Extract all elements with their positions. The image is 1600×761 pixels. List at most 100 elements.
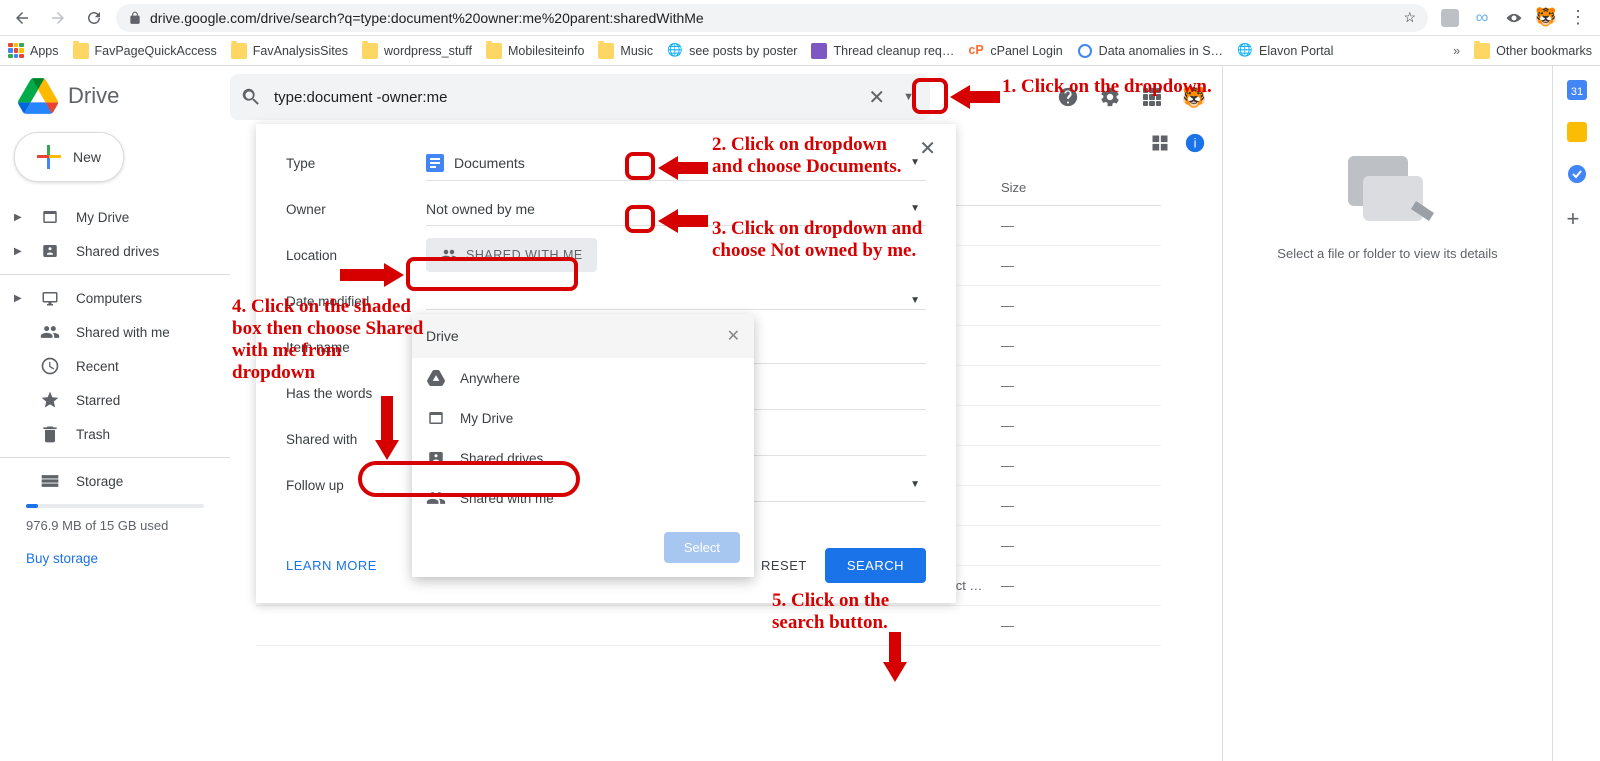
owner-label: Owner: [286, 202, 406, 217]
location-option-mydrive[interactable]: My Drive: [412, 398, 754, 438]
ext-icon-4[interactable]: 🐯: [1536, 8, 1556, 28]
type-label: Type: [286, 156, 406, 171]
lock-icon: [128, 11, 142, 25]
details-text: Select a file or folder to view its deta…: [1243, 246, 1532, 261]
learn-more-link[interactable]: LEARN MORE: [286, 558, 377, 573]
svg-text:31: 31: [1570, 86, 1582, 98]
people-icon: [40, 322, 60, 342]
reload-button[interactable]: [80, 4, 108, 32]
annotation-box: [358, 461, 580, 497]
reset-button[interactable]: RESET: [743, 550, 825, 581]
bookmark-item[interactable]: cPcPanel Login: [968, 43, 1062, 59]
nav-trash[interactable]: ▶Trash: [0, 417, 230, 451]
nav-recent[interactable]: ▶Recent: [0, 349, 230, 383]
bookmark-item[interactable]: wordpress_stuff: [362, 43, 472, 59]
nav-my-drive[interactable]: ▶My Drive: [0, 200, 230, 234]
globe-icon: 🌐: [1237, 43, 1253, 59]
info-icon[interactable]: i: [1184, 132, 1206, 154]
clear-search-icon[interactable]: ✕: [868, 85, 885, 110]
ext-icon-3[interactable]: [1504, 8, 1524, 28]
chevron-down-icon: ▼: [910, 479, 920, 490]
sheets-icon: [811, 43, 827, 59]
bookmark-item[interactable]: Data anomalies in S…: [1077, 43, 1223, 59]
nav-storage[interactable]: ▶Storage: [0, 464, 230, 498]
storage-icon: [40, 471, 60, 491]
shared-drives-icon: [40, 241, 60, 261]
other-bookmarks[interactable]: Other bookmarks: [1474, 43, 1592, 59]
column-size[interactable]: Size: [1001, 180, 1141, 195]
apps-grid-icon: [8, 43, 24, 59]
annotation-arrow: [658, 206, 708, 236]
svg-text:i: i: [1194, 136, 1197, 151]
annotation-text: 2. Click on dropdown and choose Document…: [712, 134, 922, 178]
ext-icon-2[interactable]: ∞: [1472, 8, 1492, 28]
location-dropdown: Drive ✕ Anywhere My Drive Shared drives …: [412, 314, 754, 577]
search-box[interactable]: ✕ ▼: [230, 74, 930, 120]
annotation-arrow: [340, 260, 404, 290]
tasks-icon[interactable]: [1567, 164, 1587, 184]
chevron-down-icon: ▼: [910, 295, 920, 306]
bookmark-item[interactable]: Mobilesiteinfo: [486, 43, 584, 59]
details-panel: Select a file or folder to view its deta…: [1222, 66, 1552, 761]
drive-title: Drive: [68, 83, 119, 109]
bookmark-item[interactable]: 🌐Elavon Portal: [1237, 43, 1333, 59]
chevron-down-icon: ▼: [910, 203, 920, 214]
annotation-box: [625, 152, 655, 180]
annotation-arrow: [880, 632, 910, 682]
docs-icon: [426, 154, 444, 172]
folder-icon: [362, 43, 378, 59]
nav-shared-drives[interactable]: ▶Shared drives: [0, 234, 230, 268]
apps-shortcut[interactable]: Apps: [8, 43, 59, 59]
keep-icon[interactable]: [1567, 122, 1587, 142]
url-text: drive.google.com/drive/search?q=type:doc…: [150, 10, 704, 26]
storage-bar: [26, 504, 204, 508]
url-bar[interactable]: drive.google.com/drive/search?q=type:doc…: [116, 4, 1428, 32]
browser-menu-icon[interactable]: ⋮: [1568, 8, 1588, 28]
star-icon: [40, 390, 60, 410]
drive-icon: [426, 408, 446, 428]
bookmark-item[interactable]: FavPageQuickAccess: [73, 43, 217, 59]
nav-shared-with-me[interactable]: ▶Shared with me: [0, 315, 230, 349]
add-icon[interactable]: +: [1567, 206, 1587, 226]
close-location-dropdown-icon[interactable]: ✕: [727, 326, 740, 346]
buy-storage-link[interactable]: Buy storage: [0, 537, 230, 580]
bookmarks-bar: Apps FavPageQuickAccess FavAnalysisSites…: [0, 36, 1600, 66]
nav-starred[interactable]: ▶Starred: [0, 383, 230, 417]
bookmark-item[interactable]: Music: [598, 43, 653, 59]
drive-logo-icon: [18, 78, 58, 114]
folder-icon: [73, 43, 89, 59]
annotation-arrow: [950, 82, 1000, 112]
search-input[interactable]: [274, 89, 856, 106]
forward-button[interactable]: [44, 4, 72, 32]
table-row[interactable]: —: [256, 606, 1161, 646]
bookmark-item[interactable]: Thread cleanup req…: [811, 43, 954, 59]
calendar-icon[interactable]: 31: [1567, 80, 1587, 100]
annotation-text: 3. Click on dropdown and choose Not owne…: [712, 218, 940, 262]
annotation-box: [406, 257, 578, 291]
annotation-arrow: [372, 396, 402, 460]
nav-computers[interactable]: ▶Computers: [0, 281, 230, 315]
bookmarks-overflow-icon[interactable]: »: [1453, 44, 1460, 58]
star-icon[interactable]: ☆: [1403, 9, 1416, 26]
location-option-anywhere[interactable]: Anywhere: [412, 358, 754, 398]
grid-view-icon[interactable]: [1150, 133, 1170, 153]
bookmark-item[interactable]: FavAnalysisSites: [231, 43, 348, 59]
clock-icon: [40, 356, 60, 376]
search-button[interactable]: SEARCH: [825, 548, 926, 583]
folder-icon: [231, 43, 247, 59]
annotation-text: 1. Click on the dropdown.: [1002, 76, 1212, 98]
date-dropdown[interactable]: ▼: [426, 293, 926, 310]
new-button[interactable]: New: [14, 132, 124, 182]
back-button[interactable]: [8, 4, 36, 32]
select-location-button[interactable]: Select: [664, 532, 740, 563]
trash-icon: [40, 424, 60, 444]
location-dropdown-header: Drive ✕: [412, 314, 754, 358]
ext-icon-1[interactable]: [1440, 8, 1460, 28]
annotation-box: [625, 205, 655, 233]
annotation-arrow: [658, 153, 708, 183]
bookmark-item[interactable]: 🌐see posts by poster: [667, 43, 797, 59]
computers-icon: [40, 288, 60, 308]
google-icon: [1077, 43, 1093, 59]
globe-icon: 🌐: [667, 43, 683, 59]
drive-logo-icon: [426, 368, 446, 388]
